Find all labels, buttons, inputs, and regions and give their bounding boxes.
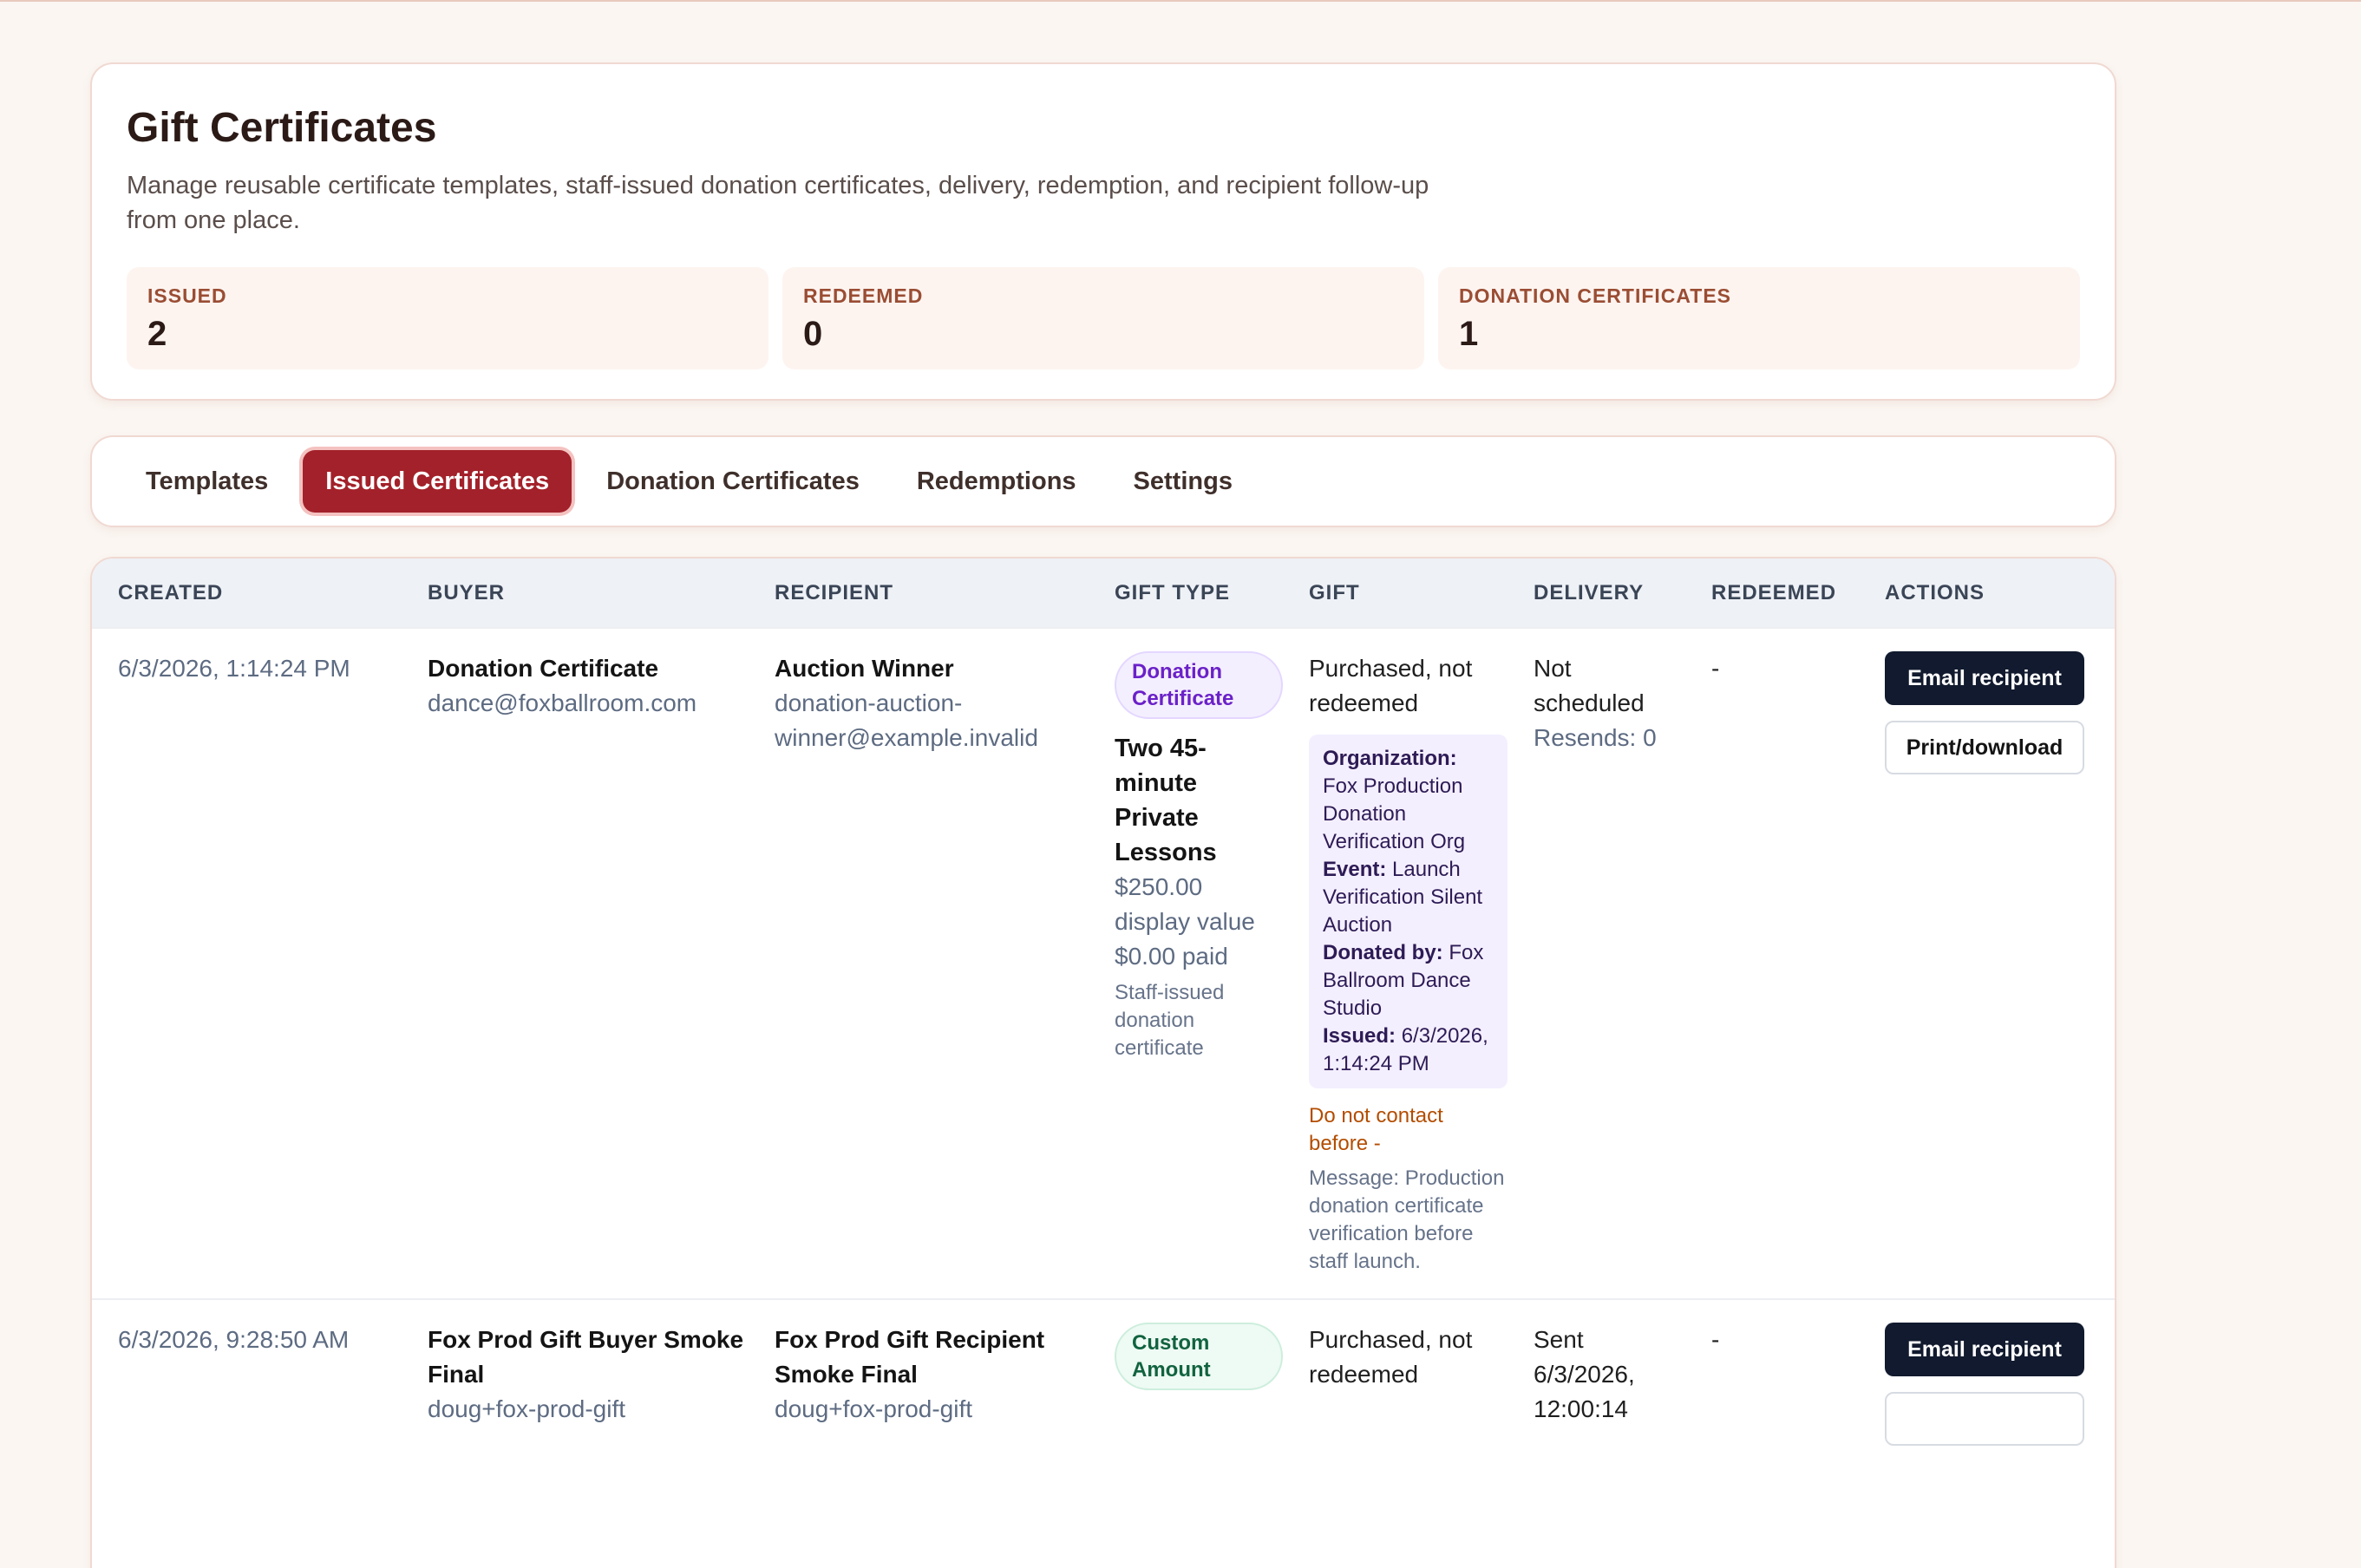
delivery-status: Sent 6/3/2026, 12:00:14 (1534, 1326, 1635, 1422)
recipient-name: Auction Winner (775, 655, 954, 682)
stat-redeemed: REDEEMED 0 (782, 267, 1424, 369)
stat-value: 0 (803, 315, 823, 353)
column-header-gift[interactable]: GIFT (1283, 559, 1508, 628)
org-value: Fox Production Donation Verification Org (1323, 774, 1466, 853)
cell-actions: Email recipient Print/download (1859, 628, 2115, 1299)
stat-value: 1 (1459, 315, 1479, 353)
table-row: 6/3/2026, 9:28:50 AM Fox Prod Gift Buyer… (92, 1299, 2115, 1468)
stat-donation-certificates: DONATION CERTIFICATES 1 (1438, 267, 2080, 369)
gift-type-badge: Custom Amount (1115, 1323, 1283, 1390)
gift-status: Purchased, not redeemed (1309, 655, 1473, 716)
gift-type-badge: Donation Certificate (1115, 651, 1283, 719)
cell-gift: Purchased, not redeemed (1283, 1299, 1508, 1468)
cell-gift-type: Custom Amount (1089, 1299, 1283, 1468)
recipient-email: doug+fox-prod-gift (775, 1395, 973, 1422)
buyer-name: Fox Prod Gift Buyer Smoke Final (428, 1326, 744, 1388)
page-title: Gift Certificates (127, 105, 437, 151)
page-description: Manage reusable certificate templates, s… (127, 172, 1429, 234)
top-accent-line (0, 0, 2361, 2)
delivery-status: Not scheduled (1534, 655, 1645, 716)
stat-label: REDEEMED (803, 284, 924, 307)
column-header-delivery[interactable]: DELIVERY (1508, 559, 1685, 628)
tab-issued-certificates[interactable]: Issued Certificates (303, 450, 572, 513)
column-header-gift-type[interactable]: GIFT TYPE (1089, 559, 1283, 628)
tab-bar: Templates Issued Certificates Donation C… (90, 435, 2116, 527)
column-header-recipient[interactable]: RECIPIENT (749, 559, 1089, 628)
cell-redeemed: - (1711, 655, 1720, 682)
gift-status: Purchased, not redeemed (1309, 1326, 1473, 1388)
cell-actions: Email recipient (1859, 1299, 2115, 1468)
cell-redeemed: - (1711, 1326, 1720, 1353)
table-header-row: CREATED BUYER RECIPIENT GIFT TYPE GIFT D… (92, 559, 2115, 628)
stat-value: 2 (147, 315, 167, 353)
cell-gift-type: Donation Certificate Two 45-minute Priva… (1089, 628, 1283, 1299)
tab-redemptions[interactable]: Redemptions (894, 450, 1099, 513)
cell-buyer: Donation Certificate dance@foxballroom.c… (402, 628, 749, 1299)
donation-info-box: Organization: Fox Production Donation Ve… (1309, 735, 1508, 1088)
recipient-name: Fox Prod Gift Recipient Smoke Final (775, 1326, 1045, 1388)
header-card: Gift Certificates Manage reusable certif… (90, 62, 2116, 401)
table-row: 6/3/2026, 1:14:24 PM Donation Certificat… (92, 628, 2115, 1299)
email-recipient-button[interactable]: Email recipient (1885, 651, 2084, 705)
column-header-redeemed[interactable]: REDEEMED (1685, 559, 1859, 628)
column-header-buyer[interactable]: BUYER (402, 559, 749, 628)
do-not-contact-note: Do not contact before - (1309, 1104, 1443, 1155)
cell-delivery: Sent 6/3/2026, 12:00:14 (1508, 1299, 1685, 1468)
column-header-created[interactable]: CREATED (92, 559, 402, 628)
cell-delivery: Not scheduled Resends: 0 (1508, 628, 1685, 1299)
tab-donation-certificates[interactable]: Donation Certificates (584, 450, 882, 513)
cell-buyer: Fox Prod Gift Buyer Smoke Final doug+fox… (402, 1299, 749, 1468)
org-label: Organization: (1323, 747, 1457, 770)
recipient-email: donation-auction-winner@example.invalid (775, 689, 1038, 751)
gift-note: Staff-issued donation certificate (1115, 981, 1225, 1060)
stat-label: ISSUED (147, 284, 227, 307)
gift-title: Two 45-minute Private Lessons (1115, 735, 1217, 866)
stat-issued: ISSUED 2 (127, 267, 768, 369)
column-header-actions: ACTIONS (1885, 580, 1985, 604)
cell-recipient: Auction Winner donation-auction-winner@e… (749, 628, 1089, 1299)
tab-templates[interactable]: Templates (123, 450, 291, 513)
buyer-name: Donation Certificate (428, 655, 659, 682)
buyer-email: doug+fox-prod-gift (428, 1395, 626, 1422)
certificates-table-card: CREATED BUYER RECIPIENT GIFT TYPE GIFT D… (90, 557, 2116, 1568)
page-content: Gift Certificates Manage reusable certif… (90, 62, 2116, 1568)
stat-label: DONATION CERTIFICATES (1459, 284, 1732, 307)
donated-label: Donated by: (1323, 941, 1443, 964)
display-value: $250.00 display value (1115, 873, 1255, 935)
cell-recipient: Fox Prod Gift Recipient Smoke Final doug… (749, 1299, 1089, 1468)
cell-created: 6/3/2026, 1:14:24 PM (118, 655, 350, 682)
tab-settings[interactable]: Settings (1111, 450, 1255, 513)
email-recipient-button[interactable]: Email recipient (1885, 1323, 2084, 1376)
event-label: Event: (1323, 858, 1387, 881)
paid-amount: $0.00 paid (1115, 943, 1228, 970)
cell-created: 6/3/2026, 9:28:50 AM (118, 1326, 350, 1353)
buyer-email: dance@foxballroom.com (428, 689, 697, 716)
issued-label: Issued: (1323, 1024, 1396, 1048)
cell-gift: Purchased, not redeemed Organization: Fo… (1283, 628, 1508, 1299)
stats-row: ISSUED 2 REDEEMED 0 DONATION CERTIFICATE… (127, 267, 2080, 369)
certificates-table: CREATED BUYER RECIPIENT GIFT TYPE GIFT D… (92, 559, 2115, 1468)
resends-count: Resends: 0 (1534, 724, 1657, 751)
print-download-button[interactable] (1885, 1392, 2084, 1446)
print-download-button[interactable]: Print/download (1885, 721, 2084, 774)
gift-message: Message: Production donation certificate… (1309, 1166, 1505, 1273)
